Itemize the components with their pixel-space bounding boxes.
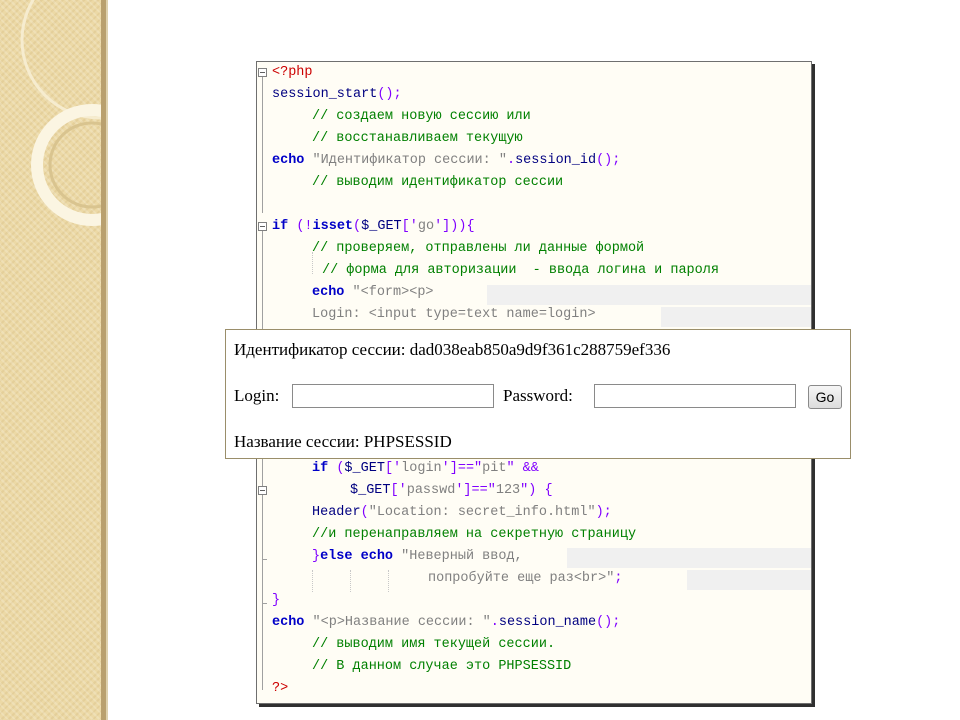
- code-paren: (: [360, 505, 369, 520]
- code-line: echo "Идентификатор сессии: ".session_id…: [257, 150, 811, 172]
- code-string: "Location: secret_info.html": [368, 505, 596, 520]
- code-line: }else echo "Неверный ввод,: [257, 546, 811, 568]
- code-line: // В данном случае это PHPSESSID: [257, 656, 811, 678]
- code-comment: // В данном случае это PHPSESSID: [312, 659, 572, 674]
- code-keyword: else echo: [320, 549, 394, 564]
- go-button[interactable]: Go: [808, 385, 842, 409]
- code-line: $_GET['passwd']=="123") {: [257, 480, 811, 502]
- code-keyword: isset: [312, 219, 354, 234]
- login-input[interactable]: [292, 384, 494, 408]
- code-comment: // форма для авторизации - ввода логина …: [322, 263, 719, 278]
- code-variable: $_GET: [344, 461, 385, 476]
- code-function: Header: [312, 505, 361, 520]
- password-input[interactable]: [594, 384, 796, 408]
- code-paren: [': [384, 461, 402, 476]
- code-function: session_id: [515, 153, 597, 168]
- code-line: }: [257, 590, 811, 612]
- php-close-tag: ?>: [272, 681, 289, 696]
- code-line: попробуйте еще раз<br>";: [257, 568, 811, 590]
- code-operator: .: [506, 153, 516, 168]
- decorative-edge-highlight: [106, 0, 108, 720]
- code-string: passwd: [406, 483, 456, 498]
- code-paren: ") {: [520, 483, 553, 498]
- browser-output-panel: Идентификатор сессии: dad038eab850a9d9f3…: [225, 329, 851, 459]
- code-brace: }: [272, 593, 281, 608]
- decorative-sidebar: [0, 0, 101, 720]
- code-line: if (!isset($_GET['go'])){: [257, 216, 811, 238]
- code-paren: [': [390, 483, 407, 498]
- code-keyword: if: [272, 219, 289, 234]
- code-line: ?>: [257, 678, 811, 700]
- code-line: // восстанавливаем текущую: [257, 128, 811, 150]
- code-comment: // проверяем, отправлены ли данные формо…: [312, 241, 645, 256]
- code-string: попробуйте еще раз<br>": [428, 571, 615, 586]
- code-paren: [': [401, 219, 418, 234]
- code-string: pit: [482, 461, 507, 476]
- code-line: if ($_GET['login']=="pit" &&: [257, 458, 811, 480]
- code-line: // создаем новую сессию или: [257, 106, 811, 128]
- session-id-text: Идентификатор сессии: dad038eab850a9d9f3…: [234, 340, 671, 359]
- code-string: Login: <input type=text name=login>: [312, 307, 596, 322]
- code-paren: ();: [596, 153, 621, 168]
- session-name-text: Название сессии: PHPSESSID: [234, 432, 452, 451]
- code-line: <?php: [257, 62, 811, 84]
- code-keyword: echo: [272, 153, 305, 168]
- code-keyword: echo: [312, 285, 345, 300]
- code-brace: }: [312, 549, 321, 564]
- code-string: "Идентификатор сессии: ": [312, 153, 507, 168]
- code-comment: //и перенаправляем на секретную страницу: [312, 527, 637, 542]
- code-paren: );: [595, 505, 612, 520]
- code-paren: ();: [377, 87, 402, 102]
- login-label: Login:: [234, 386, 280, 405]
- code-line: // форма для авторизации - ввода логина …: [257, 260, 811, 282]
- password-label: Password:: [503, 386, 573, 405]
- code-line: // выводим идентификатор сессии: [257, 172, 811, 194]
- code-paren: ();: [596, 615, 621, 630]
- code-string: "<form><p>: [352, 285, 434, 300]
- code-line: echo "<form><p>: [257, 282, 811, 304]
- code-operator: .: [490, 615, 499, 630]
- code-line: // выводим имя текущей сессии.: [257, 634, 811, 656]
- code-paren: ']==": [441, 461, 483, 476]
- code-comment: // восстанавливаем текущую: [312, 131, 523, 146]
- code-variable: $_GET: [350, 483, 391, 498]
- code-comment: // создаем новую сессию или: [312, 109, 531, 124]
- code-string: go: [417, 219, 435, 234]
- code-string: "<p>Название сессии: ": [312, 615, 491, 630]
- code-line: // проверяем, отправлены ли данные формо…: [257, 238, 811, 260]
- code-paren: ']==": [455, 483, 496, 498]
- code-string: 123: [495, 483, 521, 498]
- code-keyword: if: [312, 461, 329, 476]
- code-line: session_start();: [257, 84, 811, 106]
- code-string: "Неверный ввод,: [401, 549, 523, 564]
- code-paren: " &&: [506, 461, 539, 476]
- code-line: //и перенаправляем на секретную страницу: [257, 524, 811, 546]
- code-line: echo "<p>Название сессии: ".session_name…: [257, 612, 811, 634]
- code-paren: '])){: [434, 219, 475, 234]
- code-paren: (!: [296, 219, 313, 234]
- code-line: Header("Location: secret_info.html");: [257, 502, 811, 524]
- php-open-tag: <?php: [272, 65, 313, 80]
- code-paren: (: [353, 219, 362, 234]
- code-paren: ;: [614, 571, 623, 586]
- code-string: login: [401, 461, 442, 476]
- code-line: Login: <input type=text name=login>: [257, 304, 811, 326]
- decorative-circles: [20, 0, 101, 226]
- code-function: session_start: [272, 87, 378, 102]
- code-keyword: echo: [272, 615, 305, 630]
- code-variable: $_GET: [361, 219, 402, 234]
- code-function: session_name: [498, 615, 597, 630]
- code-comment: // выводим идентификатор сессии: [312, 175, 564, 190]
- code-comment: // выводим имя текущей сессии.: [312, 637, 556, 652]
